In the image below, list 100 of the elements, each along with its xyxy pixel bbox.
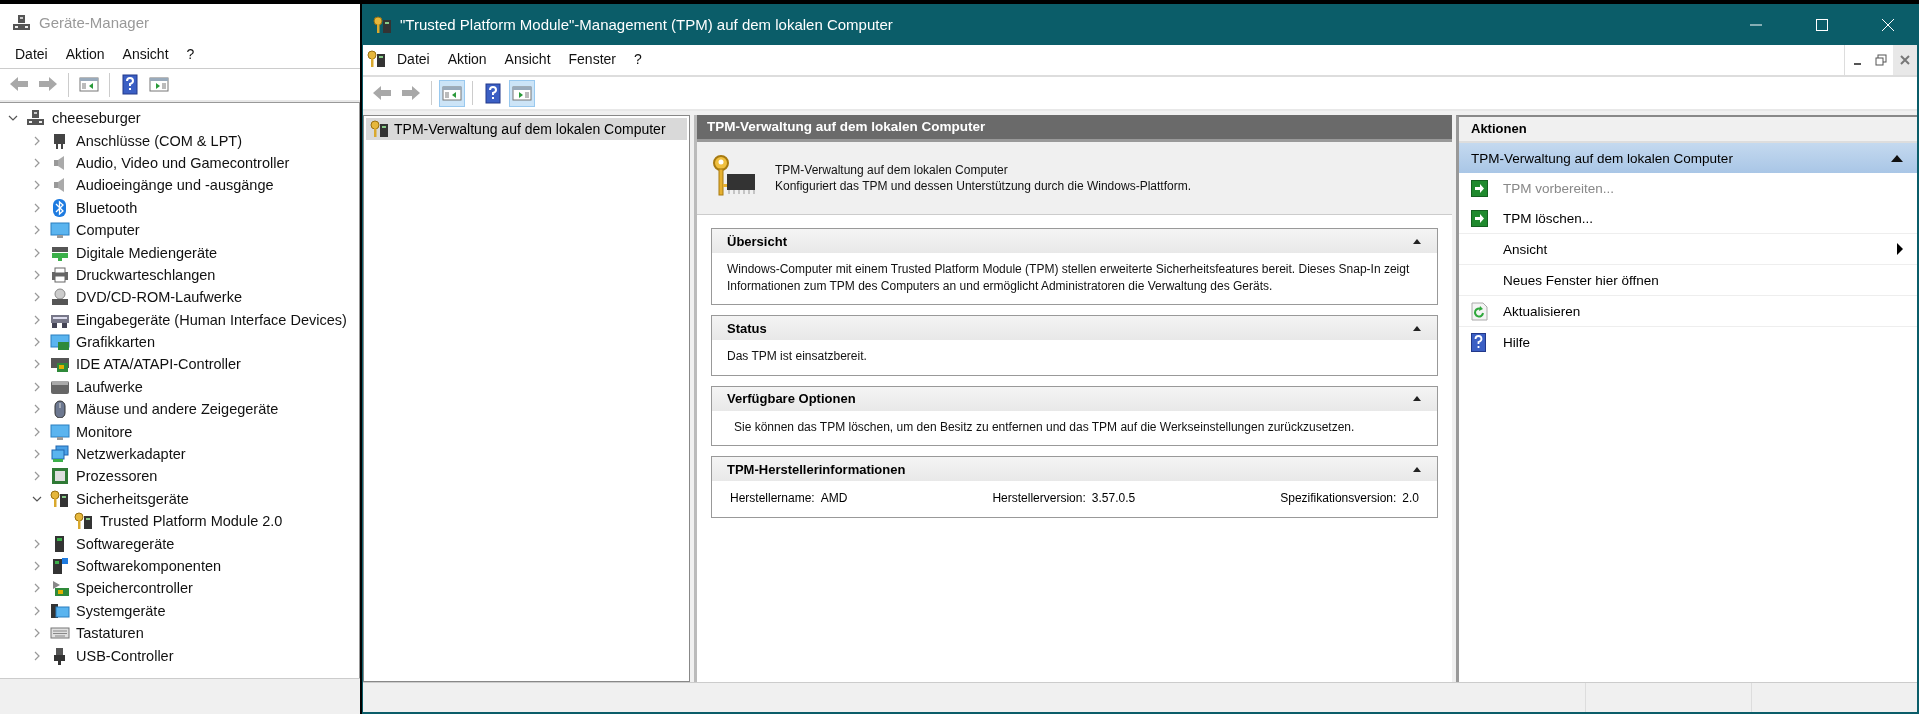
section-title: Verfügbare Optionen (727, 391, 856, 406)
expand-chevron-icon[interactable] (32, 359, 42, 370)
tree-item[interactable]: Mäuse und andere Zeigegeräte (76, 401, 279, 418)
component-icon (50, 557, 70, 575)
expand-chevron-icon[interactable] (32, 157, 42, 168)
tree-item[interactable]: Monitore (76, 423, 133, 440)
expand-chevron-icon[interactable] (32, 583, 42, 594)
tree-item[interactable]: USB-Controller (76, 647, 174, 664)
pane-header: TPM-Verwaltung auf dem lokalen Computer (697, 115, 1452, 142)
expand-chevron-icon[interactable] (32, 180, 42, 191)
tree-item[interactable]: Anschlüsse (COM & LPT) (76, 132, 242, 149)
key-icon (373, 15, 392, 34)
expand-chevron-icon[interactable] (32, 247, 42, 258)
expand-chevron-icon[interactable] (32, 269, 42, 280)
tree-item[interactable]: Grafikkarten (76, 334, 155, 351)
tree-item[interactable]: Laufwerke (76, 378, 143, 395)
expand-chevron-icon[interactable] (32, 628, 42, 639)
expand-chevron-icon[interactable] (32, 471, 42, 482)
action-item[interactable]: Aktualisieren (1459, 295, 1917, 326)
menu-item[interactable]: Aktion (438, 48, 496, 70)
collapse-triangle-icon[interactable] (1413, 238, 1421, 244)
section-text: Das TPM ist einsatzbereit. (727, 348, 868, 365)
section-header[interactable]: Status (712, 316, 1437, 340)
tree-item[interactable]: Computer (76, 222, 140, 239)
expand-chevron-icon[interactable] (32, 605, 42, 616)
tree-item[interactable]: Systemgeräte (76, 602, 166, 619)
expand-chevron-icon[interactable] (32, 292, 42, 303)
menu-item[interactable]: Datei (6, 43, 57, 65)
storage-controller-icon (50, 579, 70, 598)
window-title: Geräte-Manager (39, 13, 150, 31)
tree-item[interactable]: Sicherheitsgeräte (76, 490, 189, 507)
collapse-triangle-icon[interactable] (1413, 466, 1421, 472)
network-icon (50, 445, 70, 464)
expand-chevron-icon[interactable] (32, 650, 42, 661)
expand-chevron-icon[interactable] (32, 135, 42, 146)
tree-item[interactable]: TPM-Verwaltung auf dem lokalen Computer (366, 118, 687, 140)
section-title: Status (727, 320, 767, 336)
tree-item[interactable]: Trusted Platform Module 2.0 (100, 513, 283, 530)
tree-item[interactable]: Druckwarteschlangen (76, 266, 216, 283)
tree-item[interactable]: Audioeingänge und -ausgänge (76, 177, 274, 194)
refresh-icon (1471, 301, 1488, 321)
tree-item[interactable]: Softwarekomponenten (76, 558, 222, 574)
tree-item[interactable]: cheeseburger (52, 110, 141, 127)
field-label: Herstellername: (730, 491, 815, 505)
menu-item[interactable]: ? (177, 43, 204, 65)
intro-description: Konfiguriert das TPM und dessen Unterstützung durch die Windows-Plattform. (775, 178, 1191, 194)
menu-item[interactable]: ? (625, 48, 651, 70)
collapse-triangle-icon[interactable] (1891, 154, 1903, 162)
menu-item[interactable]: Ansicht (495, 48, 560, 70)
expand-chevron-icon[interactable] (32, 426, 42, 437)
graphics-card-icon (50, 333, 70, 352)
pane-icon (148, 74, 170, 95)
field-value: AMD (820, 491, 848, 505)
tree-item[interactable]: Netzwerkadapter (76, 446, 186, 463)
expand-chevron-icon[interactable] (32, 449, 42, 460)
menu-item[interactable]: Fenster (559, 48, 625, 70)
tree-item[interactable]: Prozessoren (76, 468, 158, 485)
tree-item[interactable]: IDE ATA/ATAPI-Controller (76, 356, 241, 373)
tree-item[interactable]: Digitale Mediengeräte (76, 244, 218, 261)
section-header[interactable]: Verfügbare Optionen (712, 386, 1437, 411)
minimize-icon (1749, 23, 1763, 26)
collapse-triangle-icon[interactable] (1413, 396, 1421, 401)
tree-item[interactable]: Tastaturen (76, 625, 144, 642)
help-icon (119, 74, 141, 95)
controller-icon (50, 355, 70, 374)
field-label: Spezifikationsversion: (1280, 491, 1397, 505)
expand-chevron-icon[interactable] (32, 225, 42, 236)
tree-item[interactable]: Softwaregeräte (76, 535, 175, 552)
expand-chevron-icon[interactable] (32, 561, 42, 571)
expand-chevron-icon[interactable] (32, 538, 42, 549)
close-button[interactable] (1893, 45, 1917, 75)
submenu-arrow-icon (1897, 243, 1903, 255)
menu-item[interactable]: Datei (388, 48, 439, 70)
section-header[interactable]: Übersicht (712, 229, 1437, 253)
section-header[interactable]: TPM-Herstellerinformationen (712, 457, 1437, 481)
action-item[interactable]: TPM löschen... (1459, 203, 1917, 233)
tree-item[interactable]: Audio, Video und Gamecontroller (76, 154, 290, 171)
menu-item[interactable]: Aktion (56, 43, 114, 65)
disc-drive-icon (50, 288, 70, 307)
pane-button[interactable] (439, 79, 465, 107)
maximize-icon (1815, 17, 1829, 32)
tree-item[interactable]: Speichercontroller (76, 580, 193, 597)
actions-header: Aktionen (1459, 117, 1917, 143)
tree-item[interactable]: DVD/CD-ROM-Laufwerke (76, 289, 242, 306)
restore-icon (1875, 54, 1887, 66)
tree-item[interactable]: Bluetooth (76, 199, 138, 216)
expand-chevron-icon[interactable] (32, 381, 42, 392)
action-item[interactable]: Ansicht (1459, 233, 1917, 264)
help-icon (482, 82, 504, 104)
action-item[interactable]: Hilfe (1459, 326, 1917, 357)
collapse-triangle-icon[interactable] (1413, 325, 1421, 331)
security-device-icon (50, 489, 70, 508)
actions-group-header[interactable]: TPM-Verwaltung auf dem lokalen Computer (1459, 143, 1917, 173)
tree-item[interactable]: Eingabegeräte (Human Interface Devices) (76, 311, 347, 328)
action-item[interactable]: Neues Fenster hier öffnen (1459, 264, 1917, 295)
expand-chevron-icon[interactable] (32, 404, 42, 415)
menu-item[interactable]: Ansicht (113, 43, 178, 65)
expand-chevron-icon[interactable] (32, 337, 42, 348)
expand-chevron-icon[interactable] (32, 314, 42, 325)
expand-chevron-icon[interactable] (32, 202, 42, 213)
